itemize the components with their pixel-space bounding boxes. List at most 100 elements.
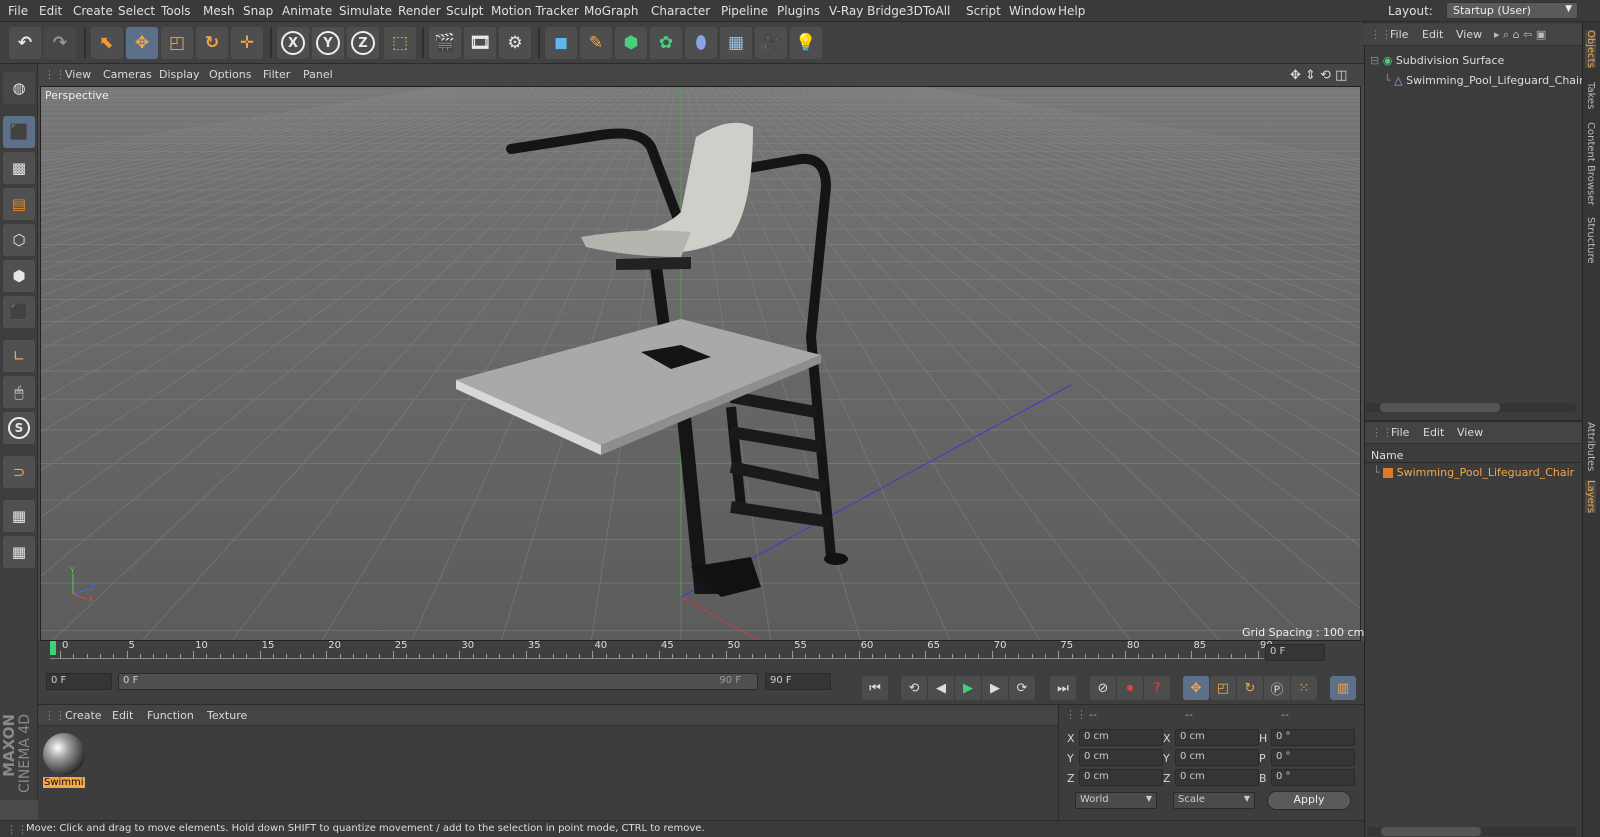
menu-mesh[interactable]: Mesh xyxy=(203,4,235,18)
tab-content-browser[interactable]: Content Browser xyxy=(1585,122,1596,205)
viewport-menu-options[interactable]: Options xyxy=(209,68,251,81)
add-mograph-button[interactable]: ✿ xyxy=(650,27,682,59)
recent-tool-button[interactable]: ✛ xyxy=(231,27,263,59)
motion-record-button[interactable]: ⊘ xyxy=(1090,676,1116,700)
layers-horizontal-scrollbar[interactable] xyxy=(1367,827,1577,836)
add-cube-button[interactable]: ◼ xyxy=(545,27,577,59)
tree-item-subdivision-surface[interactable]: ⊟ ◉ Subdivision Surface xyxy=(1370,54,1504,67)
size-y-field[interactable]: 0 cm xyxy=(1175,749,1259,766)
workplane-align-button[interactable]: ▦ xyxy=(3,536,35,568)
menu-mograph[interactable]: MoGraph xyxy=(584,4,639,18)
axis-mode-button[interactable]: ∟ xyxy=(3,340,35,372)
y-axis-lock-button[interactable]: Y xyxy=(312,27,344,59)
menu-simulate[interactable]: Simulate xyxy=(339,4,392,18)
add-camera-button[interactable]: 🎥 xyxy=(755,27,787,59)
redo-button[interactable]: ↷ xyxy=(44,27,76,59)
coordinate-system-button[interactable]: ⬚ xyxy=(384,27,416,59)
material-menu-function[interactable]: Function xyxy=(147,709,194,722)
objects-menu-view[interactable]: View xyxy=(1456,28,1482,41)
rot-p-field[interactable]: 0 ° xyxy=(1271,749,1355,766)
x-axis-lock-button[interactable]: X xyxy=(277,27,309,59)
record-button[interactable]: ⏺ xyxy=(1117,676,1143,700)
viewport-menu-filter[interactable]: Filter xyxy=(263,68,290,81)
key-pla-button[interactable]: ⁙ xyxy=(1291,676,1317,700)
menu-pipeline[interactable]: Pipeline xyxy=(721,4,768,18)
viewport-navigation-icons[interactable]: ✥ ⇕ ⟲ ◫ xyxy=(1290,68,1347,83)
play-button[interactable]: ▶ xyxy=(955,676,981,700)
rotate-tool-button[interactable]: ↻ xyxy=(196,27,228,59)
tab-objects[interactable]: Objects xyxy=(1585,30,1596,68)
layer-color-swatch[interactable] xyxy=(1383,468,1394,478)
size-mode-dropdown[interactable]: Scale ▼ xyxy=(1173,792,1255,809)
objects-menu-edit[interactable]: Edit xyxy=(1422,28,1443,41)
size-x-field[interactable]: 0 cm xyxy=(1175,729,1259,746)
snap-button[interactable]: S xyxy=(3,412,35,444)
move-tool-button[interactable]: ✥ xyxy=(126,27,158,59)
viewport-menu-view[interactable]: View xyxy=(65,68,91,81)
add-generator-button[interactable]: ⬢ xyxy=(615,27,647,59)
tab-attributes[interactable]: Attributes xyxy=(1585,422,1596,471)
objects-horizontal-scrollbar[interactable] xyxy=(1366,403,1576,412)
objects-menu-file[interactable]: File xyxy=(1390,28,1408,41)
viewport-menu-cameras[interactable]: Cameras xyxy=(103,68,152,81)
size-z-field[interactable]: 0 cm xyxy=(1175,769,1259,786)
menu-plugins[interactable]: Plugins xyxy=(777,4,820,18)
menu-snap[interactable]: Snap xyxy=(243,4,273,18)
menu-file[interactable]: File xyxy=(8,4,28,18)
edges-mode-button[interactable]: ⬢ xyxy=(3,260,35,292)
end-frame-field[interactable]: 90 F xyxy=(765,673,831,690)
material-menu-texture[interactable]: Texture xyxy=(207,709,247,722)
menu-script[interactable]: Script xyxy=(966,4,1001,18)
previous-keyframe-button[interactable]: ⟲ xyxy=(901,676,927,700)
points-mode-button[interactable]: ⬡ xyxy=(3,224,35,256)
key-parameter-button[interactable]: Ⓟ xyxy=(1264,676,1290,700)
current-frame-field[interactable]: 0 F xyxy=(1265,644,1325,661)
menu-animate[interactable]: Animate xyxy=(282,4,332,18)
rot-h-field[interactable]: 0 ° xyxy=(1271,729,1355,746)
start-frame-field[interactable]: 0 F xyxy=(46,673,112,690)
layers-menu-file[interactable]: File xyxy=(1391,426,1409,439)
timeline-window-button[interactable]: ▥ xyxy=(1330,676,1356,700)
scrollbar-thumb[interactable] xyxy=(1381,827,1481,836)
texture-mode-button[interactable]: ▩ xyxy=(3,152,35,184)
material-menu-create[interactable]: Create xyxy=(65,709,102,722)
autokey-button[interactable]: ? xyxy=(1144,676,1170,700)
preview-range-slider[interactable]: 0 F 90 F xyxy=(118,673,758,690)
lifeguard-chair-model[interactable] xyxy=(456,122,848,597)
lock-workplane-button[interactable]: ▦ xyxy=(3,500,35,532)
scrollbar-thumb[interactable] xyxy=(1380,403,1500,412)
go-to-end-button[interactable]: ⏭ xyxy=(1050,676,1076,700)
menu-select[interactable]: Select xyxy=(118,4,155,18)
viewport-menu-display[interactable]: Display xyxy=(159,68,200,81)
tab-takes[interactable]: Takes xyxy=(1585,82,1596,109)
objects-toolbar-icons[interactable]: ▸ ⌕ ⌂ ⇦ ▣ xyxy=(1494,28,1546,42)
menu-motion-tracker[interactable]: Motion Tracker xyxy=(491,4,579,18)
key-position-button[interactable]: ✥ xyxy=(1183,676,1209,700)
previous-frame-button[interactable]: ◀ xyxy=(928,676,954,700)
layer-row[interactable]: └ Swimming_Pool_Lifeguard_Chair xyxy=(1373,466,1574,479)
pos-x-field[interactable]: 0 cm xyxy=(1079,729,1163,746)
menu-help[interactable]: Help xyxy=(1058,4,1085,18)
undo-button[interactable]: ↶ xyxy=(9,27,41,59)
key-scale-button[interactable]: ◰ xyxy=(1210,676,1236,700)
go-to-start-button[interactable]: ⏮ xyxy=(862,676,888,700)
render-view-button[interactable]: 🎬 xyxy=(429,27,461,59)
magnet-button[interactable]: ⊃ xyxy=(3,456,35,488)
menu-character[interactable]: Character xyxy=(651,4,710,18)
pos-z-field[interactable]: 0 cm xyxy=(1079,769,1163,786)
menu-window[interactable]: Window xyxy=(1009,4,1056,18)
render-settings-button[interactable]: ⚙ xyxy=(499,27,531,59)
layers-menu-edit[interactable]: Edit xyxy=(1423,426,1444,439)
model-mode-button[interactable]: ⬛ xyxy=(3,116,35,148)
menu-edit[interactable]: Edit xyxy=(39,4,62,18)
tab-layers[interactable]: Layers xyxy=(1585,480,1596,514)
tab-structure[interactable]: Structure xyxy=(1585,217,1596,264)
tweak-mode-button[interactable]: 🖱 xyxy=(3,376,35,408)
live-selection-button[interactable]: ⬉ xyxy=(91,27,123,59)
menu-tools[interactable]: Tools xyxy=(161,4,191,18)
render-picture-viewer-button[interactable]: 🎞 xyxy=(464,27,496,59)
playhead[interactable] xyxy=(50,641,56,655)
next-frame-button[interactable]: ▶ xyxy=(982,676,1008,700)
layout-dropdown[interactable]: Startup (User) ▼ xyxy=(1446,2,1578,19)
apply-button[interactable]: Apply xyxy=(1267,791,1351,810)
